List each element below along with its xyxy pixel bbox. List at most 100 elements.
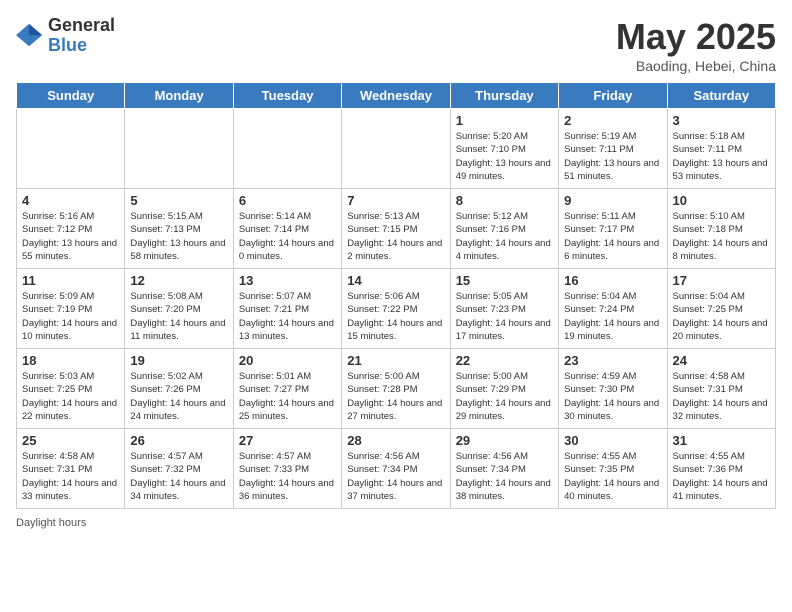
day-info: Sunrise: 5:13 AMSunset: 7:15 PMDaylight:… — [347, 210, 444, 263]
logo-icon — [16, 22, 44, 50]
day-number: 24 — [673, 353, 770, 368]
calendar-cell — [233, 109, 341, 189]
day-info: Sunrise: 5:07 AMSunset: 7:21 PMDaylight:… — [239, 290, 336, 343]
day-number: 13 — [239, 273, 336, 288]
day-info: Sunrise: 5:01 AMSunset: 7:27 PMDaylight:… — [239, 370, 336, 423]
header-monday: Monday — [125, 83, 233, 109]
calendar-cell: 2Sunrise: 5:19 AMSunset: 7:11 PMDaylight… — [559, 109, 667, 189]
day-info: Sunrise: 5:05 AMSunset: 7:23 PMDaylight:… — [456, 290, 553, 343]
day-info: Sunrise: 4:59 AMSunset: 7:30 PMDaylight:… — [564, 370, 661, 423]
calendar-cell: 24 Sunrise: 4:58 AMSunset: 7:31 PMDayligh… — [667, 349, 775, 429]
calendar-cell: 19 Sunrise: 5:02 AMSunset: 7:26 PMDayligh… — [125, 349, 233, 429]
calendar-week-0: 1 Sunrise: 5:20 AMSunset: 7:10 PMDaylight… — [17, 109, 776, 189]
day-number: 4 — [22, 193, 119, 208]
day-number: 7 — [347, 193, 444, 208]
day-number: 12 — [130, 273, 227, 288]
day-info: Sunrise: 4:56 AMSunset: 7:34 PMDaylight:… — [456, 450, 553, 503]
calendar-cell: 14Sunrise: 5:06 AMSunset: 7:22 PMDayligh… — [342, 269, 450, 349]
calendar-table: Sunday Monday Tuesday Wednesday Thursday… — [16, 82, 776, 509]
calendar-cell: 15 Sunrise: 5:05 AMSunset: 7:23 PMDayligh… — [450, 269, 558, 349]
calendar-cell: 21 Sunrise: 5:00 AMSunset: 7:28 PMDayligh… — [342, 349, 450, 429]
day-number: 29 — [456, 433, 553, 448]
logo: General Blue — [16, 16, 115, 56]
calendar-cell — [125, 109, 233, 189]
day-info: Sunrise: 4:55 AMSunset: 7:35 PMDaylight:… — [564, 450, 661, 503]
day-number: 25 — [22, 433, 119, 448]
day-number: 6 — [239, 193, 336, 208]
header-thursday: Thursday — [450, 83, 558, 109]
day-info: Sunrise: 5:20 AMSunset: 7:10 PMDaylight:… — [456, 130, 553, 183]
day-number: 26 — [130, 433, 227, 448]
day-info: Sunrise: 4:58 AMSunset: 7:31 PMDaylight:… — [22, 450, 119, 503]
calendar-cell: 26Sunrise: 4:57 AMSunset: 7:32 PMDayligh… — [125, 429, 233, 509]
calendar-cell: 25 Sunrise: 4:58 AMSunset: 7:31 PMDayligh… — [17, 429, 125, 509]
day-info: Sunrise: 4:56 AMSunset: 7:34 PMDaylight:… — [347, 450, 444, 503]
day-info: Sunrise: 5:11 AMSunset: 7:17 PMDaylight:… — [564, 210, 661, 263]
header: General Blue May 2025 Baoding, Hebei, Ch… — [16, 16, 776, 74]
header-wednesday: Wednesday — [342, 83, 450, 109]
day-number: 14 — [347, 273, 444, 288]
day-info: Sunrise: 4:57 AMSunset: 7:33 PMDaylight:… — [239, 450, 336, 503]
calendar-cell: 10 Sunrise: 5:10 AMSunset: 7:18 PMDayligh… — [667, 189, 775, 269]
day-info: Sunrise: 5:00 AMSunset: 7:29 PMDaylight:… — [456, 370, 553, 423]
calendar-cell: 28 Sunrise: 4:56 AMSunset: 7:34 PMDayligh… — [342, 429, 450, 509]
day-info: Sunrise: 5:00 AMSunset: 7:28 PMDaylight:… — [347, 370, 444, 423]
day-number: 30 — [564, 433, 661, 448]
calendar-cell: 9 Sunrise: 5:11 AMSunset: 7:17 PMDaylight… — [559, 189, 667, 269]
day-number: 19 — [130, 353, 227, 368]
footer-note: Daylight hours — [16, 517, 776, 529]
day-number: 21 — [347, 353, 444, 368]
logo-blue: Blue — [48, 36, 115, 56]
calendar-cell: 27Sunrise: 4:57 AMSunset: 7:33 PMDayligh… — [233, 429, 341, 509]
calendar-subtitle: Baoding, Hebei, China — [616, 58, 776, 74]
day-info: Sunrise: 4:55 AMSunset: 7:36 PMDaylight:… — [673, 450, 770, 503]
header-sunday: Sunday — [17, 83, 125, 109]
calendar-cell: 1 Sunrise: 5:20 AMSunset: 7:10 PMDaylight… — [450, 109, 558, 189]
day-info: Sunrise: 5:02 AMSunset: 7:26 PMDaylight:… — [130, 370, 227, 423]
day-header-row: Sunday Monday Tuesday Wednesday Thursday… — [17, 83, 776, 109]
day-number: 11 — [22, 273, 119, 288]
day-info: Sunrise: 5:04 AMSunset: 7:24 PMDaylight:… — [564, 290, 661, 343]
calendar-cell: 12 Sunrise: 5:08 AMSunset: 7:20 PMDayligh… — [125, 269, 233, 349]
calendar-cell: 13 Sunrise: 5:07 AMSunset: 7:21 PMDayligh… — [233, 269, 341, 349]
day-number: 22 — [456, 353, 553, 368]
header-saturday: Saturday — [667, 83, 775, 109]
day-number: 1 — [456, 113, 553, 128]
day-number: 28 — [347, 433, 444, 448]
calendar-cell: 29 Sunrise: 4:56 AMSunset: 7:34 PMDayligh… — [450, 429, 558, 509]
day-info: Sunrise: 5:08 AMSunset: 7:20 PMDaylight:… — [130, 290, 227, 343]
calendar-week-2: 11Sunrise: 5:09 AMSunset: 7:19 PMDayligh… — [17, 269, 776, 349]
header-tuesday: Tuesday — [233, 83, 341, 109]
day-number: 2 — [564, 113, 661, 128]
calendar-week-3: 18 Sunrise: 5:03 AMSunset: 7:25 PMDayligh… — [17, 349, 776, 429]
day-info: Sunrise: 5:04 AMSunset: 7:25 PMDaylight:… — [673, 290, 770, 343]
day-number: 15 — [456, 273, 553, 288]
calendar-cell: 6Sunrise: 5:14 AMSunset: 7:14 PMDaylight… — [233, 189, 341, 269]
day-number: 31 — [673, 433, 770, 448]
day-info: Sunrise: 4:58 AMSunset: 7:31 PMDaylight:… — [673, 370, 770, 423]
calendar-cell: 16 Sunrise: 5:04 AMSunset: 7:24 PMDayligh… — [559, 269, 667, 349]
calendar-week-4: 25 Sunrise: 4:58 AMSunset: 7:31 PMDayligh… — [17, 429, 776, 509]
calendar-cell: 31 Sunrise: 4:55 AMSunset: 7:36 PMDayligh… — [667, 429, 775, 509]
day-number: 9 — [564, 193, 661, 208]
day-number: 8 — [456, 193, 553, 208]
calendar-cell: 18 Sunrise: 5:03 AMSunset: 7:25 PMDayligh… — [17, 349, 125, 429]
day-number: 5 — [130, 193, 227, 208]
header-friday: Friday — [559, 83, 667, 109]
day-number: 17 — [673, 273, 770, 288]
calendar-title: May 2025 — [616, 16, 776, 58]
calendar-cell: 22 Sunrise: 5:00 AMSunset: 7:29 PMDayligh… — [450, 349, 558, 429]
calendar-cell — [17, 109, 125, 189]
day-number: 18 — [22, 353, 119, 368]
day-info: Sunrise: 5:03 AMSunset: 7:25 PMDaylight:… — [22, 370, 119, 423]
calendar-cell: 5Sunrise: 5:15 AMSunset: 7:13 PMDaylight… — [125, 189, 233, 269]
day-number: 10 — [673, 193, 770, 208]
day-info: Sunrise: 5:10 AMSunset: 7:18 PMDaylight:… — [673, 210, 770, 263]
calendar-cell: 8Sunrise: 5:12 AMSunset: 7:16 PMDaylight… — [450, 189, 558, 269]
day-number: 16 — [564, 273, 661, 288]
title-area: May 2025 Baoding, Hebei, China — [616, 16, 776, 74]
footer-text: Daylight hours — [16, 517, 86, 529]
day-info: Sunrise: 5:18 AMSunset: 7:11 PMDaylight:… — [673, 130, 770, 183]
calendar-cell: 4Sunrise: 5:16 AMSunset: 7:12 PMDaylight… — [17, 189, 125, 269]
calendar-cell — [342, 109, 450, 189]
